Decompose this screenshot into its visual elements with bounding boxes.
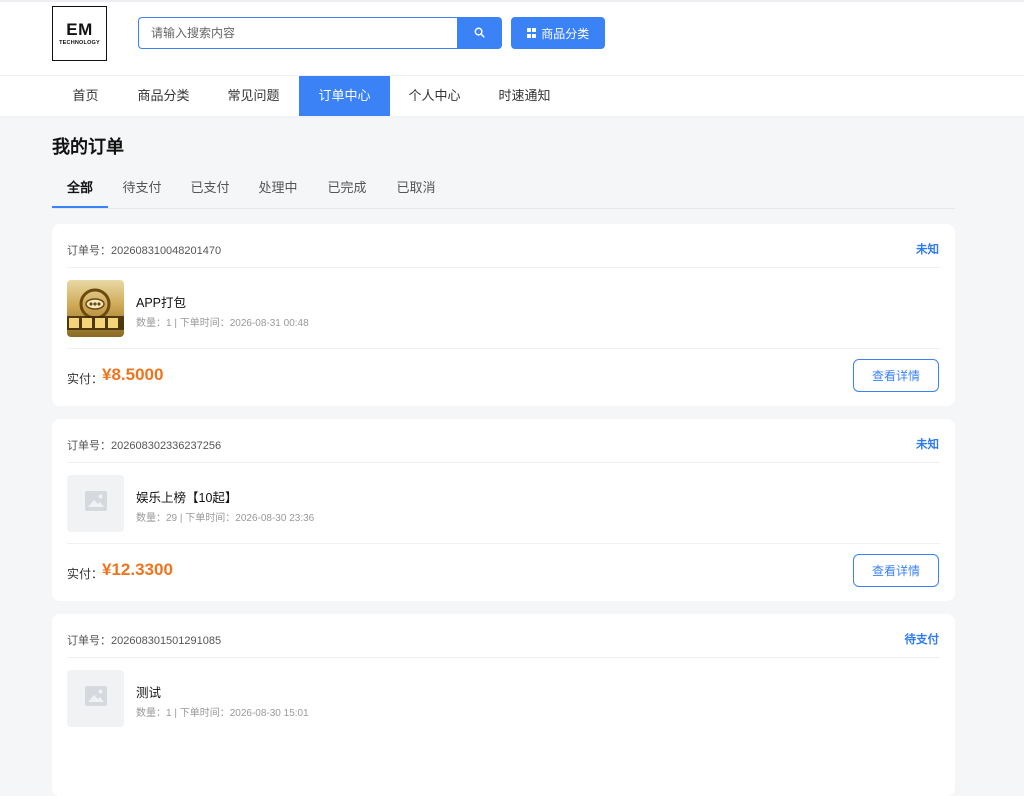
image-placeholder-icon: [84, 686, 107, 711]
order-price: ¥12.3300: [102, 560, 173, 579]
category-button-label: 商品分类: [541, 26, 590, 41]
nav-order-center[interactable]: 订单中心: [299, 76, 390, 116]
page-title: 我的订单: [52, 137, 124, 157]
divider: [67, 543, 940, 544]
grid-icon: [526, 28, 537, 38]
divider: [67, 267, 940, 268]
tab-completed[interactable]: 已完成: [323, 171, 371, 208]
logo-sub-text: TECHNOLOGY: [59, 40, 100, 46]
divider: [67, 657, 940, 658]
category-button[interactable]: 商品分类: [511, 17, 605, 49]
paid-label: 实付：: [67, 567, 104, 581]
product-name[interactable]: APP打包: [136, 292, 186, 311]
order-status-tabs: 全部 待支付 已支付 处理中 已完成 已取消: [52, 171, 955, 209]
order-meta: 数量：1 | 下单时间：2026-08-31 00:48: [136, 318, 309, 329]
tab-pending-payment[interactable]: 待支付: [118, 171, 166, 208]
search-button[interactable]: [457, 17, 502, 49]
view-details-button[interactable]: 查看详情: [853, 359, 939, 392]
order-number: 订单号：202608301501291085: [67, 635, 222, 647]
paid-label: 实付：: [67, 372, 104, 386]
tab-cancelled[interactable]: 已取消: [392, 171, 440, 208]
order-card: 订单号：202608302336237256 未知 娱乐上榜【10起】 数量：2…: [52, 419, 955, 601]
nav-category[interactable]: 商品分类: [118, 76, 209, 116]
order-status: 待支付: [904, 634, 940, 646]
order-meta: 数量：1 | 下单时间：2026-08-30 15:01: [136, 708, 309, 719]
view-details-button[interactable]: 查看详情: [853, 554, 939, 587]
product-image[interactable]: [67, 670, 124, 727]
order-card: 订单号：202608310048201470 未知 APP打包 数量：1 | 下…: [52, 224, 955, 406]
order-status: 未知: [916, 439, 939, 451]
order-card: 订单号：202608301501291085 待支付 测试 数量：1 | 下单时…: [52, 614, 955, 796]
product-name[interactable]: 测试: [136, 682, 161, 701]
image-placeholder-icon: [84, 491, 107, 516]
product-name[interactable]: 娱乐上榜【10起】: [136, 487, 237, 506]
tab-all[interactable]: 全部: [52, 171, 108, 208]
header: EM TECHNOLOGY 商品分类: [0, 2, 1024, 76]
search-icon: [474, 26, 485, 41]
tab-processing[interactable]: 处理中: [254, 171, 302, 208]
main-nav: 首页 商品分类 常见问题 订单中心 个人中心 时速通知: [0, 76, 1024, 116]
divider: [67, 348, 940, 349]
nav-faq[interactable]: 常见问题: [208, 76, 299, 116]
order-number: 订单号：202608302336237256: [67, 440, 222, 452]
site-logo[interactable]: EM TECHNOLOGY: [52, 6, 107, 61]
product-image[interactable]: [67, 280, 124, 337]
order-number: 订单号：202608310048201470: [67, 245, 222, 257]
order-meta: 数量：29 | 下单时间：2026-08-30 23:36: [136, 513, 315, 524]
tab-paid[interactable]: 已支付: [186, 171, 234, 208]
order-status: 未知: [916, 244, 939, 256]
divider: [67, 462, 940, 463]
order-price: ¥8.5000: [102, 365, 164, 384]
nav-notifications[interactable]: 时速通知: [479, 76, 570, 116]
product-image[interactable]: [67, 475, 124, 532]
nav-personal-center[interactable]: 个人中心: [389, 76, 480, 116]
search-input[interactable]: [138, 17, 458, 49]
logo-main-text: EM: [66, 20, 93, 39]
